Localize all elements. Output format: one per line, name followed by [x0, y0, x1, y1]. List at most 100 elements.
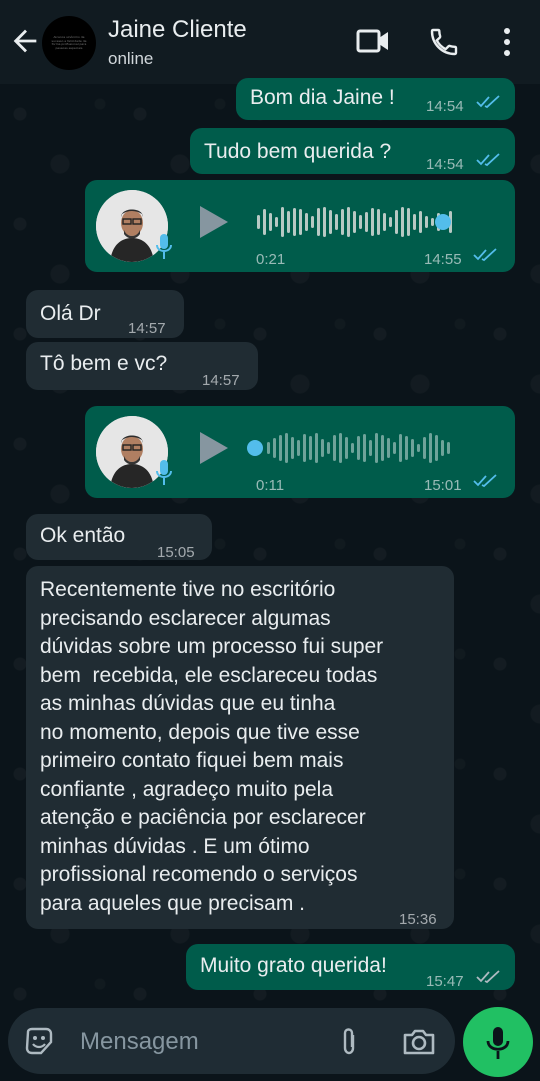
waveform-bar	[333, 435, 336, 461]
message-incoming[interactable]: Olá Dr 14:57	[26, 290, 184, 338]
waveform-bar	[371, 208, 374, 236]
waveform-bar	[329, 210, 332, 234]
audio-message-outgoing[interactable]: 0:11 15:01	[85, 406, 515, 498]
waveform-bar	[341, 209, 344, 235]
audio-duration: 0:11	[256, 477, 285, 494]
delivered-ticks-icon	[476, 970, 500, 984]
waveform-bar	[269, 213, 272, 231]
waveform-bar	[413, 214, 416, 230]
read-ticks-icon	[473, 474, 497, 488]
waveform-bar	[393, 442, 396, 454]
waveform-bar	[291, 437, 294, 459]
waveform-bar	[447, 442, 450, 454]
message-line: minhas dúvidas . E um ótimo	[40, 834, 310, 858]
mic-icon	[486, 1027, 510, 1059]
waveform-bar	[401, 207, 404, 237]
message-text: Recentemente tive no escritório precisan…	[40, 576, 450, 918]
waveform-bar	[405, 436, 408, 460]
phone-icon[interactable]	[428, 26, 460, 58]
message-time: 15:36	[399, 911, 437, 928]
message-input[interactable]: Mensagem	[80, 1028, 199, 1056]
message-incoming[interactable]: Tô bem e vc? 14:57	[26, 342, 258, 390]
contact-avatar[interactable]: Alcance sinônimo de sucesso e felicidade…	[42, 16, 96, 70]
attach-icon[interactable]	[336, 1026, 362, 1058]
emoji-icon[interactable]	[24, 1026, 54, 1056]
message-line: para aqueles que precisam .	[40, 891, 305, 915]
waveform-bar	[357, 436, 360, 460]
message-line: primeiro contato fiquei bem mais	[40, 749, 344, 772]
waveform-bar	[293, 208, 296, 236]
audio-progress-dot[interactable]	[435, 214, 451, 230]
waveform-bar	[339, 433, 342, 463]
waveform-bar	[275, 217, 278, 227]
play-button[interactable]	[200, 206, 228, 238]
waveform-bar	[311, 216, 314, 228]
audio-waveform[interactable]	[267, 428, 450, 468]
waveform-bar	[375, 433, 378, 463]
message-incoming[interactable]: Ok então 15:05	[26, 514, 212, 561]
waveform-bar	[315, 433, 318, 463]
mic-badge-icon	[156, 460, 172, 485]
waveform-bar	[435, 435, 438, 461]
message-text: Bom dia Jaine !	[250, 86, 395, 109]
waveform-bar	[327, 442, 330, 454]
more-vert-icon[interactable]	[496, 26, 518, 58]
contact-status: online	[108, 49, 154, 68]
contact-name[interactable]: Jaine Cliente	[108, 16, 247, 44]
waveform-bar	[317, 208, 320, 236]
message-time: 15:47	[426, 973, 464, 990]
message-text: Muito grato querida!	[200, 954, 387, 977]
waveform-bar	[399, 434, 402, 462]
waveform-bar	[351, 443, 354, 453]
message-text: Tô bem e vc?	[40, 352, 168, 375]
chat-header: Alcance sinônimo de sucesso e felicidade…	[0, 0, 540, 84]
audio-duration: 0:21	[256, 251, 286, 268]
message-time: 14:55	[424, 251, 462, 268]
message-time: 15:05	[157, 544, 195, 561]
waveform-bar	[417, 444, 420, 452]
mic-badge-icon	[156, 234, 172, 259]
message-composer[interactable]: Mensagem	[8, 1008, 455, 1074]
message-outgoing[interactable]: Tudo bem querida ? 14:54	[190, 128, 515, 174]
waveform-bar	[431, 218, 434, 226]
waveform-bar	[303, 434, 306, 462]
waveform-bar	[273, 438, 276, 458]
message-line: atenção e paciência por esclarecer	[40, 806, 366, 829]
waveform-bar	[429, 433, 432, 463]
video-call-icon[interactable]	[356, 26, 390, 56]
audio-message-outgoing[interactable]: 0:21 14:55	[85, 180, 515, 272]
message-outgoing[interactable]: Bom dia Jaine ! 14:54	[236, 78, 515, 120]
waveform-bar	[425, 216, 428, 228]
waveform-bar	[257, 215, 260, 229]
waveform-bar	[359, 215, 362, 229]
waveform-bar	[389, 217, 392, 227]
waveform-bar	[263, 209, 266, 235]
voice-record-button[interactable]	[463, 1007, 533, 1077]
waveform-bar	[441, 440, 444, 456]
waveform-bar	[377, 209, 380, 235]
play-button[interactable]	[200, 432, 228, 464]
message-time: 15:01	[424, 477, 462, 494]
waveform-bar	[321, 439, 324, 457]
waveform-bar	[305, 213, 308, 231]
audio-progress-dot[interactable]	[247, 440, 263, 456]
camera-icon[interactable]	[402, 1026, 436, 1056]
message-time: 14:57	[128, 320, 166, 337]
waveform-bar	[395, 210, 398, 234]
waveform-bar	[281, 207, 284, 237]
message-outgoing[interactable]: Muito grato querida! 15:47	[186, 944, 515, 990]
waveform-bar	[323, 207, 326, 237]
waveform-bar	[419, 211, 422, 233]
message-incoming[interactable]: Recentemente tive no escritório precisan…	[26, 566, 454, 929]
back-arrow-icon[interactable]	[8, 24, 42, 58]
message-line: Recentemente tive no escritório	[40, 578, 336, 601]
audio-waveform[interactable]	[257, 202, 452, 242]
message-line: confiante , agradeço muito pela	[40, 777, 334, 801]
message-line: no momento, depois que tive esse	[40, 720, 360, 744]
message-text: Olá Dr	[40, 302, 101, 325]
avatar-fineprint: Alcance sinônimo de sucesso e felicidade…	[51, 35, 87, 50]
waveform-bar	[279, 435, 282, 461]
chat-area[interactable]: Bom dia Jaine ! 14:54 Tudo bem querida ?…	[0, 78, 540, 1004]
waveform-bar	[285, 433, 288, 463]
waveform-bar	[297, 440, 300, 456]
